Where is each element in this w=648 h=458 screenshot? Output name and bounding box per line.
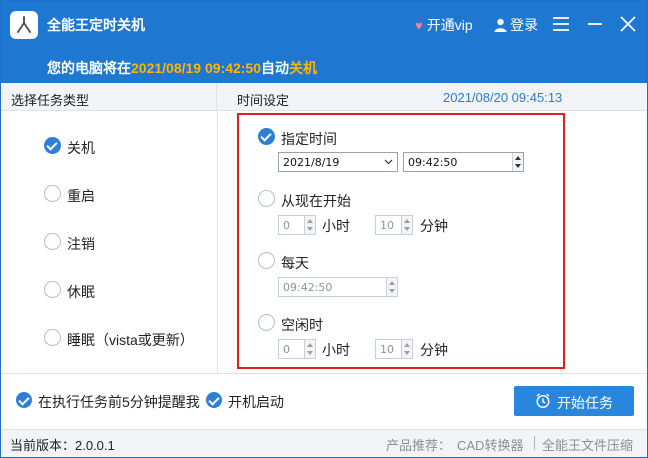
close-icon[interactable] <box>617 13 639 35</box>
minimize-icon[interactable] <box>584 13 606 35</box>
start-task-button[interactable]: 开始任务 <box>514 386 634 416</box>
date-picker[interactable]: 2021/8/19 <box>278 152 398 172</box>
promo-divider <box>534 436 535 450</box>
time-option-label: 从现在开始 <box>281 193 351 209</box>
radio-checked-icon[interactable] <box>44 137 61 154</box>
hours-unit: 小时 <box>322 218 350 234</box>
login-button[interactable]: 登录 <box>494 15 538 35</box>
time-option-label: 每天 <box>281 255 309 271</box>
status-bar: 当前版本：2.0.0.1 产品推荐： CAD转换器 全能王文件压缩 <box>1 429 647 457</box>
notice-middle: 自动 <box>261 60 289 76</box>
checkbox-checked-icon[interactable] <box>16 392 32 408</box>
time-stepper[interactable]: 09:42:50 <box>403 152 524 172</box>
notice-prefix: 您的电脑将在 <box>47 60 131 76</box>
minutes-stepper[interactable]: 10 <box>375 215 413 235</box>
time-settings-header-label: 时间设定 <box>237 93 290 108</box>
checkbox-checked-icon[interactable] <box>206 392 222 408</box>
clock-icon <box>536 393 550 409</box>
menu-icon[interactable] <box>550 13 572 35</box>
idle-hours-value: 0 <box>283 343 290 356</box>
idle-hours-unit: 小时 <box>322 342 350 358</box>
time-option-label: 空闲时 <box>281 317 323 333</box>
app-title: 全能王定时关机 <box>47 17 145 33</box>
login-label: 登录 <box>510 17 538 33</box>
autostart-label: 开机启动 <box>228 394 284 410</box>
daily-time-value: 09:42:50 <box>283 281 333 294</box>
user-icon <box>494 18 507 32</box>
date-value: 2021/8/19 <box>283 156 340 169</box>
promo-prefix: 产品推荐： <box>386 438 452 453</box>
app-window: 全能王定时关机 ♥ 开通vip 登录 您的电脑将在2021/08/19 09:42… <box>0 0 648 458</box>
spin-arrows-icon[interactable] <box>401 340 412 358</box>
current-time: 2021/08/20 09:45:13 <box>443 90 563 105</box>
bottom-divider <box>1 373 647 374</box>
spin-arrows-icon[interactable] <box>304 340 315 358</box>
spin-arrows-icon[interactable] <box>304 216 315 234</box>
radio-icon[interactable] <box>44 329 61 346</box>
spin-arrows-icon[interactable] <box>401 216 412 234</box>
task-option-label: 注销 <box>67 236 95 252</box>
radio-icon[interactable] <box>258 252 275 269</box>
spin-arrows-icon[interactable] <box>512 153 523 171</box>
chevron-down-icon <box>384 159 393 165</box>
notice-action: 关机 <box>289 60 317 76</box>
task-option-label: 休眠 <box>67 284 95 300</box>
idle-minutes-stepper[interactable]: 10 <box>375 339 413 359</box>
vip-button[interactable]: ♥ 开通vip <box>415 15 473 35</box>
time-value: 09:42:50 <box>408 156 458 169</box>
radio-icon[interactable] <box>44 233 61 250</box>
version-label: 当前版本：2.0.0.1 <box>10 438 115 453</box>
spin-arrows-icon[interactable] <box>386 278 397 296</box>
daily-time-stepper[interactable]: 09:42:50 <box>278 277 398 297</box>
time-option-label: 指定时间 <box>281 131 337 147</box>
idle-hours-stepper[interactable]: 0 <box>278 339 316 359</box>
vip-label: 开通vip <box>426 17 473 33</box>
hours-stepper[interactable]: 0 <box>278 215 316 235</box>
minutes-unit: 分钟 <box>420 218 448 234</box>
notice-datetime: 2021/08/19 09:42:50 <box>131 60 261 76</box>
radio-checked-icon[interactable] <box>258 128 275 145</box>
promo-pdf-link[interactable]: 全能王文件压缩 <box>542 435 633 454</box>
title-bar: 全能王定时关机 ♥ 开通vip 登录 您的电脑将在2021/08/19 09:42… <box>1 1 647 83</box>
idle-minutes-unit: 分钟 <box>420 342 448 358</box>
shutdown-notice: 您的电脑将在2021/08/19 09:42:50自动关机 <box>47 58 317 78</box>
column-divider <box>217 111 218 373</box>
start-task-label: 开始任务 <box>557 395 613 411</box>
task-option-label: 重启 <box>67 188 95 204</box>
task-type-header: 选择任务类型 <box>1 83 217 111</box>
task-type-header-label: 选择任务类型 <box>11 93 90 108</box>
radio-icon[interactable] <box>258 314 275 331</box>
radio-icon[interactable] <box>44 281 61 298</box>
task-option-label: 睡眠（vista或更新） <box>67 332 194 348</box>
promo-cad-link[interactable]: CAD转换器 <box>457 435 523 454</box>
minutes-value: 10 <box>380 219 394 232</box>
hours-value: 0 <box>283 219 290 232</box>
radio-icon[interactable] <box>258 190 275 207</box>
idle-minutes-value: 10 <box>380 343 394 356</box>
time-settings-header: 时间设定 2021/08/20 09:45:13 <box>217 83 647 111</box>
remind-label: 在执行任务前5分钟提醒我 <box>38 394 200 410</box>
app-logo-icon <box>10 11 38 39</box>
radio-icon[interactable] <box>44 185 61 202</box>
task-option-label: 关机 <box>67 140 95 156</box>
heart-icon: ♥ <box>415 18 423 33</box>
